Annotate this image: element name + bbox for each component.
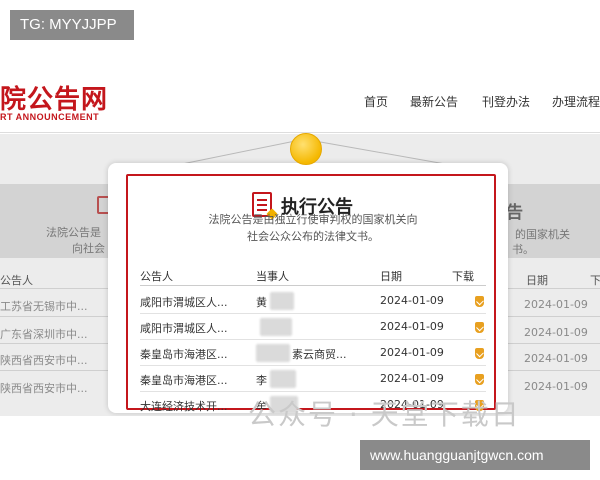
row-date: 2024-01-09 <box>380 346 444 359</box>
background-desc-right-2: 书。 <box>512 243 534 256</box>
col-header-announcer: 公告人 <box>140 270 173 283</box>
background-row-announcer: 广东省深圳市中... <box>0 328 88 341</box>
redacted-block <box>256 344 290 362</box>
nav-publish-method[interactable]: 刊登办法 <box>482 93 530 110</box>
background-heading-right: 告 <box>506 203 523 223</box>
download-icon[interactable] <box>475 322 484 333</box>
col-header-party: 当事人 <box>256 270 289 283</box>
row-date: 2024-01-09 <box>380 294 444 307</box>
table-row[interactable]: 秦皇岛市海港区... 素云商贸... 2024-01-09 <box>140 340 486 366</box>
background-col-announcer: 公告人 <box>0 274 33 287</box>
site-header: 院公告网 RT ANNOUNCEMENT 首页 最新公告 刊登办法 办理流程 <box>0 63 600 133</box>
hanging-pin-ball <box>290 133 322 165</box>
background-row-date: 2024-01-09 <box>524 326 588 339</box>
row-party: 黄 <box>256 296 267 309</box>
background-col-date: 日期 <box>526 274 548 287</box>
background-row-divider <box>0 316 110 317</box>
row-announcer: 咸阳市渭城区人... <box>140 296 228 309</box>
redacted-block <box>270 292 294 310</box>
background-row-divider <box>0 370 110 371</box>
card-description-line1: 法院公告是由独立行使审判权的国家机关向 <box>208 213 418 226</box>
background-col-download: 下 <box>590 274 600 287</box>
redacted-block <box>260 318 292 336</box>
download-icon[interactable] <box>475 374 484 385</box>
redacted-block <box>270 370 296 388</box>
public-account-watermark: 公众号 · 天堂下载日 <box>248 398 521 431</box>
row-announcer: 秦皇岛市海港区... <box>140 348 228 361</box>
site-logo-subtitle: RT ANNOUNCEMENT <box>0 112 100 122</box>
row-party: 素云商贸... <box>292 348 347 361</box>
nav-process[interactable]: 办理流程 <box>552 93 600 110</box>
nav-latest[interactable]: 最新公告 <box>410 93 458 110</box>
col-header-download: 下载 <box>452 270 474 283</box>
card-border: 执行公告 法院公告是由独立行使审判权的国家机关向 社会公众公布的法律文书。 公告… <box>126 174 496 414</box>
download-icon[interactable] <box>475 296 484 307</box>
background-desc-right-1: 的国家机关 <box>515 228 570 241</box>
nav-home[interactable]: 首页 <box>364 93 388 110</box>
background-row-divider <box>508 343 600 344</box>
row-announcer: 大连经济技术开... <box>140 400 228 413</box>
row-date: 2024-01-09 <box>380 372 444 385</box>
row-date: 2024-01-09 <box>380 320 444 333</box>
card-description-line2: 社会公众公布的法律文书。 <box>247 230 379 243</box>
row-party: 李 <box>256 374 267 387</box>
background-row-date: 2024-01-09 <box>524 380 588 393</box>
background-row-announcer: 陕西省西安市中... <box>0 354 88 367</box>
url-watermark-badge: www.huangguanjtgwcn.com <box>360 440 590 470</box>
table-row[interactable]: 秦皇岛市海港区... 李 2024-01-09 <box>140 366 486 392</box>
background-row-divider <box>0 343 110 344</box>
main-nav: 首页 最新公告 刊登办法 办理流程 <box>360 93 600 113</box>
table-header-divider <box>140 285 486 286</box>
background-row-divider <box>508 370 600 371</box>
background-row-announcer: 陕西省西安市中... <box>0 382 88 395</box>
table-row[interactable]: 咸阳市渭城区人... 2024-01-09 <box>140 314 486 340</box>
background-row-divider <box>508 316 600 317</box>
background-row-announcer: 工苏省无锡市中... <box>0 300 88 313</box>
enforcement-notice-card: 执行公告 法院公告是由独立行使审判权的国家机关向 社会公众公布的法律文书。 公告… <box>108 163 508 414</box>
background-row-date: 2024-01-09 <box>524 298 588 311</box>
col-header-date: 日期 <box>380 270 402 283</box>
table-row[interactable]: 咸阳市渭城区人... 黄 2024-01-09 <box>140 288 486 314</box>
background-desc-left-1: 法院公告是 <box>46 226 101 239</box>
background-desc-left-2: 向社会 <box>72 242 105 255</box>
site-logo[interactable]: 院公告网 <box>0 79 108 116</box>
background-row-date: 2024-01-09 <box>524 352 588 365</box>
row-announcer: 咸阳市渭城区人... <box>140 322 228 335</box>
download-icon[interactable] <box>475 348 484 359</box>
tg-watermark-badge: TG: MYYJJPP <box>10 10 134 40</box>
row-announcer: 秦皇岛市海港区... <box>140 374 228 387</box>
